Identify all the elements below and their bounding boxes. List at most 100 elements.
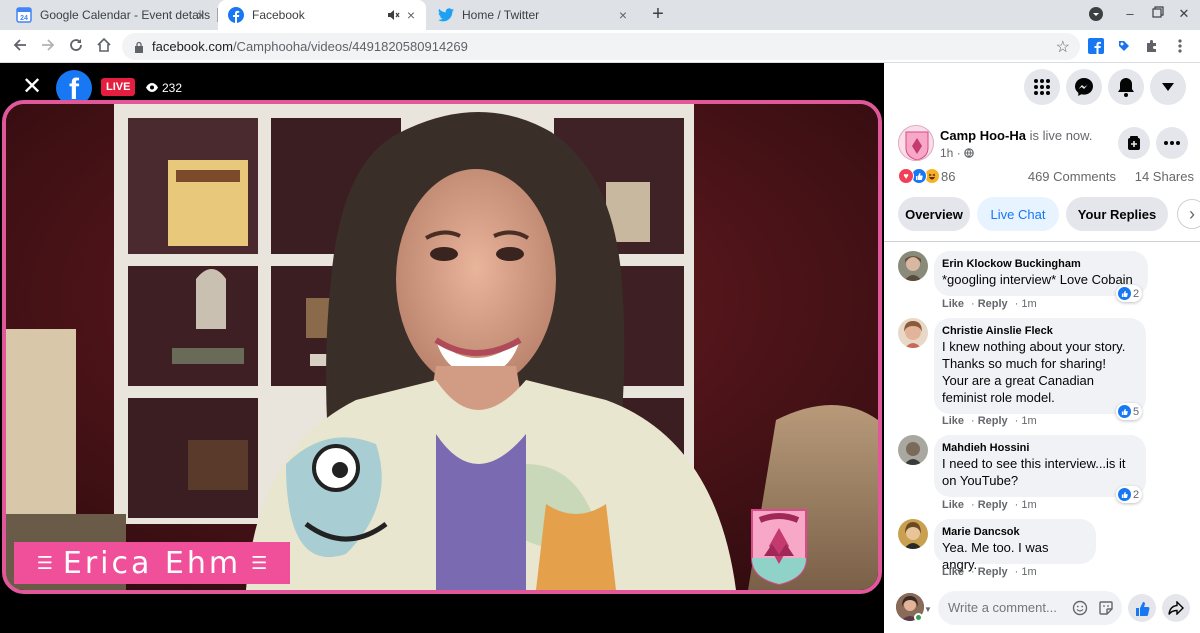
like-thumb-icon — [1118, 488, 1131, 501]
tab-live-chat[interactable]: Live Chat — [977, 197, 1059, 231]
tab-title: Google Calendar - Event details — [40, 8, 211, 22]
commenter-avatar[interactable] — [898, 435, 928, 465]
commenter-avatar[interactable] — [898, 519, 928, 549]
comment-text-line: feminist role model. — [942, 390, 1055, 405]
comment-like-count[interactable]: 2 — [1116, 486, 1143, 503]
comment-actions: Like · Reply · 1m — [942, 298, 1037, 310]
facebook-top-controls — [884, 63, 1200, 113]
comment-input[interactable] — [948, 600, 1066, 615]
reply-link[interactable]: Reply — [978, 298, 1008, 310]
close-window-icon[interactable]: ✕ — [1176, 6, 1192, 22]
shares-count[interactable]: 14 Shares — [1135, 169, 1194, 184]
like-link[interactable]: Like — [942, 298, 964, 310]
comment-time[interactable]: 1m — [1021, 499, 1036, 511]
reaction-icons[interactable]: ♥ — [898, 168, 940, 184]
comment-input-box[interactable] — [938, 591, 1122, 625]
like-count-value: 2 — [1133, 287, 1140, 300]
comment-like-count[interactable]: 5 — [1116, 403, 1143, 420]
calendar-favicon-text: 24 — [20, 15, 28, 22]
bookmark-star-icon[interactable]: ☆ — [1056, 37, 1070, 57]
close-tab-icon[interactable]: × — [404, 8, 418, 22]
close-tab-icon[interactable]: × — [616, 8, 630, 22]
page-name-link[interactable]: Camp Hoo-Ha — [940, 128, 1026, 143]
reload-icon[interactable] — [66, 37, 86, 57]
notifications-bell-icon[interactable] — [1108, 69, 1144, 105]
post-author-line: Camp Hoo-Ha is live now. — [940, 128, 1092, 143]
tab-facebook[interactable]: Facebook × — [218, 0, 426, 30]
reaction-count[interactable]: 86 — [941, 169, 955, 184]
commenter-avatar[interactable] — [898, 251, 928, 281]
facebook-extension-icon[interactable] — [1088, 38, 1104, 54]
profile-menu-icon[interactable] — [1088, 6, 1104, 22]
like-thumb-icon — [1118, 405, 1131, 418]
close-tab-icon[interactable]: × — [194, 8, 208, 22]
like-count-value: 2 — [1133, 488, 1140, 501]
extensions-puzzle-icon[interactable] — [1144, 38, 1160, 54]
comment-like-count[interactable]: 2 — [1116, 285, 1143, 302]
speaker-muted-icon[interactable] — [386, 8, 400, 22]
comment-item: Christie Ainslie Fleck I knew nothing ab… — [898, 318, 1194, 429]
menu-grid-icon[interactable] — [1024, 69, 1060, 105]
close-icon[interactable]: ✕ — [22, 75, 42, 99]
reactions-summary: ♥ 86 469 Comments 14 Shares — [898, 166, 1194, 186]
nameplate-decoration: ☰ — [251, 552, 268, 574]
lock-icon — [134, 40, 144, 53]
comment-text-line: on YouTube? — [942, 473, 1019, 488]
emoji-icon[interactable] — [1072, 600, 1088, 616]
extension-icon[interactable] — [1116, 38, 1132, 54]
comment-composer: ▼ — [884, 585, 1200, 633]
comments-count[interactable]: 469 Comments — [1028, 169, 1116, 184]
tab-overview[interactable]: Overview — [898, 197, 970, 231]
sticker-icon[interactable] — [1098, 600, 1114, 616]
comment-time[interactable]: 1m — [1021, 566, 1036, 578]
tab-title: Home / Twitter — [462, 8, 540, 22]
comment-author[interactable]: Mahdieh Hossini — [942, 441, 1136, 455]
comment-item: Erin Klockow Buckingham *googling interv… — [898, 251, 1194, 310]
minimize-icon[interactable]: – — [1122, 6, 1138, 22]
page-avatar[interactable] — [898, 125, 934, 161]
reply-link[interactable]: Reply — [978, 566, 1008, 578]
tab-twitter[interactable]: Home / Twitter × — [428, 0, 638, 30]
address-bar[interactable]: facebook.com/Camphooha/videos/4491820580… — [122, 33, 1080, 60]
comment-text-line: I need to see this interview...is it — [942, 456, 1126, 471]
nameplate-decoration: ☰ — [36, 552, 53, 574]
facebook-icon — [228, 7, 244, 23]
comment-actions: Like · Reply · 1m — [942, 499, 1037, 511]
like-link[interactable]: Like — [942, 566, 964, 578]
divider — [884, 241, 1200, 242]
home-icon[interactable] — [94, 37, 114, 57]
browser-menu-icon[interactable] — [1172, 38, 1188, 54]
new-tab-button[interactable]: + — [648, 4, 668, 24]
forward-arrow-icon[interactable] — [38, 37, 58, 57]
like-button[interactable] — [1128, 594, 1156, 622]
browser-tab-strip: 24 Google Calendar - Event details × Fac… — [0, 0, 1200, 30]
post-time[interactable]: 1h · — [940, 146, 974, 160]
like-link[interactable]: Like — [942, 499, 964, 511]
comment-bubble: Marie Dancsok Yea. Me too. I was angry. — [934, 519, 1096, 572]
tab-google-calendar[interactable]: 24 Google Calendar - Event details × — [6, 0, 216, 30]
comment-author[interactable]: Christie Ainslie Fleck — [942, 324, 1136, 338]
comment-actions: Like · Reply · 1m — [942, 415, 1037, 427]
reply-link[interactable]: Reply — [978, 415, 1008, 427]
comment-author[interactable]: Marie Dancsok — [942, 525, 1086, 539]
live-badge: LIVE — [101, 78, 136, 96]
comment-time[interactable]: 1m — [1021, 298, 1036, 310]
back-arrow-icon[interactable] — [10, 37, 30, 57]
commenter-avatar[interactable] — [898, 318, 928, 348]
share-button[interactable] — [1162, 594, 1190, 622]
comment-author[interactable]: Erin Klockow Buckingham — [942, 257, 1138, 271]
tab-your-replies[interactable]: Your Replies — [1066, 197, 1168, 231]
save-post-icon[interactable] — [1118, 127, 1150, 159]
restore-icon[interactable] — [1150, 6, 1166, 22]
comment-time[interactable]: 1m — [1021, 415, 1036, 427]
like-link[interactable]: Like — [942, 415, 964, 427]
twitter-icon — [438, 7, 454, 23]
more-options-icon[interactable] — [1156, 127, 1188, 159]
messenger-icon[interactable] — [1066, 69, 1102, 105]
identity-dropdown-icon[interactable]: ▼ — [924, 605, 932, 614]
comment-item: Mahdieh Hossini I need to see this inter… — [898, 435, 1194, 511]
reply-link[interactable]: Reply — [978, 499, 1008, 511]
chevron-right-icon[interactable]: › — [1177, 199, 1200, 229]
google-calendar-icon: 24 — [16, 7, 32, 23]
account-dropdown-icon[interactable] — [1150, 69, 1186, 105]
